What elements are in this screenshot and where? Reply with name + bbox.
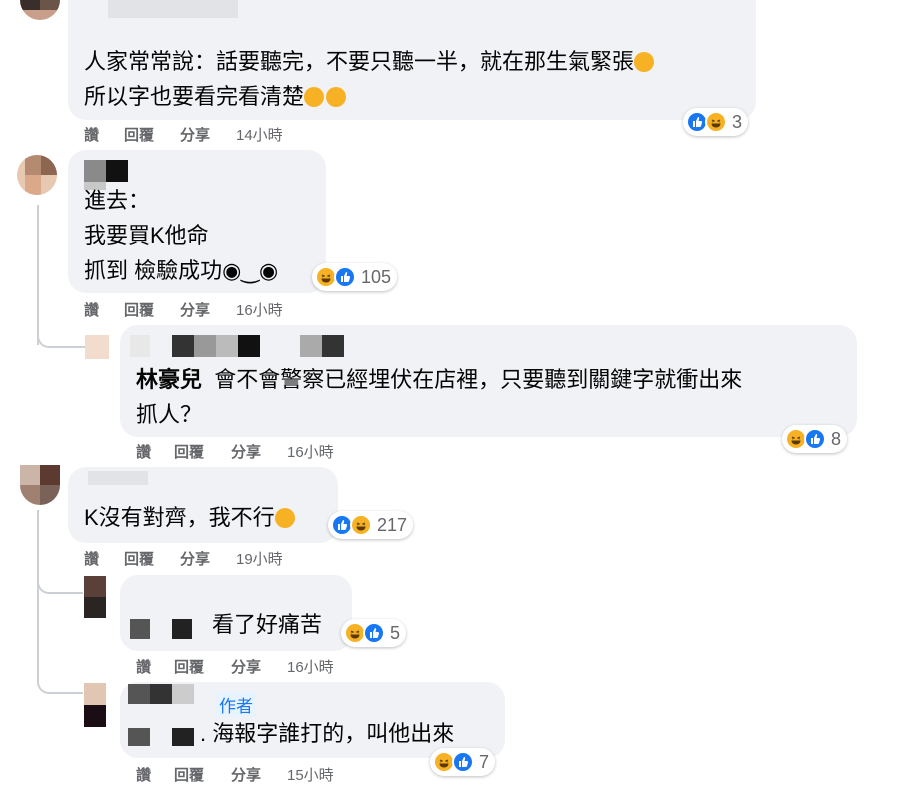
avatar[interactable] bbox=[20, 465, 60, 505]
share-button[interactable]: 分享 bbox=[180, 124, 210, 145]
like-icon bbox=[452, 751, 474, 773]
reply-button[interactable]: 回覆 bbox=[174, 764, 204, 785]
timestamp[interactable]: 14小時 bbox=[236, 124, 283, 145]
reaction-count: 5 bbox=[390, 622, 401, 643]
comment-text: 看了好痛苦 bbox=[212, 612, 323, 637]
timestamp[interactable]: 15小時 bbox=[287, 764, 334, 785]
reaction-summary[interactable]: 217 bbox=[328, 511, 414, 539]
timestamp[interactable]: 16小時 bbox=[236, 299, 283, 320]
comment-text: 抓到 檢驗成功◉‿◉ bbox=[84, 258, 279, 283]
commenter-name[interactable]: 林豪兒 bbox=[136, 367, 202, 392]
author-badge: 作者 bbox=[216, 692, 256, 717]
avatar[interactable] bbox=[85, 335, 109, 359]
blurred-name bbox=[84, 160, 106, 182]
reaction-count: 7 bbox=[479, 751, 490, 772]
blurred-name bbox=[88, 471, 148, 485]
avatar[interactable] bbox=[20, 0, 60, 20]
laugh-emoji bbox=[326, 87, 347, 107]
comment-text: 會不會警察已經埋伏在店裡，只要聽到關鍵字就衝出來 bbox=[214, 367, 743, 392]
like-button[interactable]: 讚 bbox=[136, 656, 151, 677]
like-button[interactable]: 讚 bbox=[136, 764, 151, 785]
sad-face-emoji bbox=[274, 508, 295, 528]
blurred-name bbox=[130, 335, 150, 357]
comment-bubble: 人家常常說：話要聽完，不要只聽一半，就在那生氣緊張 所以字也要看完看清楚 bbox=[68, 0, 756, 120]
like-button[interactable]: 讚 bbox=[136, 441, 151, 462]
like-button[interactable]: 讚 bbox=[84, 548, 99, 569]
comment-text: 抓人？ bbox=[136, 402, 203, 427]
avatar[interactable] bbox=[84, 576, 106, 618]
reaction-count: 217 bbox=[377, 514, 408, 535]
comment-bubble: 進去： 我要買K他命 抓到 檢驗成功◉‿◉ bbox=[68, 150, 326, 293]
blurred-name bbox=[108, 0, 238, 18]
reply-button[interactable]: 回覆 bbox=[124, 124, 154, 145]
reaction-count: 3 bbox=[732, 111, 743, 132]
haha-icon bbox=[705, 111, 727, 133]
comment-bubble: 林豪兒 會不會警察已經埋伏在店裡，只要聽到關鍵字就衝出來 抓人？ bbox=[120, 325, 857, 437]
thread-connector bbox=[37, 570, 83, 594]
reaction-count: 8 bbox=[831, 428, 842, 449]
like-icon bbox=[363, 622, 385, 644]
avatar[interactable] bbox=[84, 683, 106, 727]
reply-button[interactable]: 回覆 bbox=[174, 441, 204, 462]
reaction-summary[interactable]: 8 bbox=[782, 425, 848, 453]
share-button[interactable]: 分享 bbox=[231, 441, 261, 462]
comment-text: 進去： bbox=[84, 188, 151, 213]
comment-text: . 海報字誰打的，叫他出來 bbox=[200, 721, 455, 746]
reply-button[interactable]: 回覆 bbox=[124, 299, 154, 320]
comment-text: 人家常常說：話要聽完，不要只聽一半，就在那生氣緊張 bbox=[84, 49, 635, 74]
share-button[interactable]: 分享 bbox=[231, 764, 261, 785]
comment-bubble: K沒有對齊，我不行 bbox=[68, 467, 338, 543]
thread-connector bbox=[37, 318, 89, 348]
timestamp[interactable]: 19小時 bbox=[236, 548, 283, 569]
reaction-summary[interactable]: 7 bbox=[430, 748, 496, 776]
reply-button[interactable]: 回覆 bbox=[174, 656, 204, 677]
share-button[interactable]: 分享 bbox=[180, 299, 210, 320]
laugh-emoji bbox=[304, 87, 325, 107]
reply-button[interactable]: 回覆 bbox=[124, 548, 154, 569]
like-icon bbox=[334, 266, 356, 288]
comment-text: 所以字也要看完看清楚 bbox=[84, 84, 305, 109]
comment-bubble: 作者 . 海報字誰打的，叫他出來 bbox=[120, 682, 505, 758]
like-button[interactable]: 讚 bbox=[84, 299, 99, 320]
like-button[interactable]: 讚 bbox=[84, 124, 99, 145]
comment-text: K沒有對齊，我不行 bbox=[84, 505, 275, 530]
timestamp[interactable]: 16小時 bbox=[287, 656, 334, 677]
reaction-count: 105 bbox=[361, 266, 392, 287]
share-button[interactable]: 分享 bbox=[231, 656, 261, 677]
thread-line bbox=[37, 510, 39, 670]
reaction-summary[interactable]: 105 bbox=[312, 263, 398, 291]
blurred-name bbox=[128, 684, 150, 704]
blurred-name bbox=[130, 619, 150, 639]
comment-bubble: 看了好痛苦 bbox=[120, 575, 352, 651]
reaction-summary[interactable]: 3 bbox=[683, 108, 749, 136]
like-icon bbox=[804, 428, 826, 450]
haha-icon bbox=[350, 514, 372, 536]
timestamp[interactable]: 16小時 bbox=[287, 441, 334, 462]
avatar[interactable] bbox=[17, 155, 57, 195]
thread-connector bbox=[37, 670, 83, 694]
rofl-emoji bbox=[634, 52, 655, 72]
share-button[interactable]: 分享 bbox=[180, 548, 210, 569]
comment-text: 我要買K他命 bbox=[84, 223, 209, 248]
reaction-summary[interactable]: 5 bbox=[341, 619, 407, 647]
